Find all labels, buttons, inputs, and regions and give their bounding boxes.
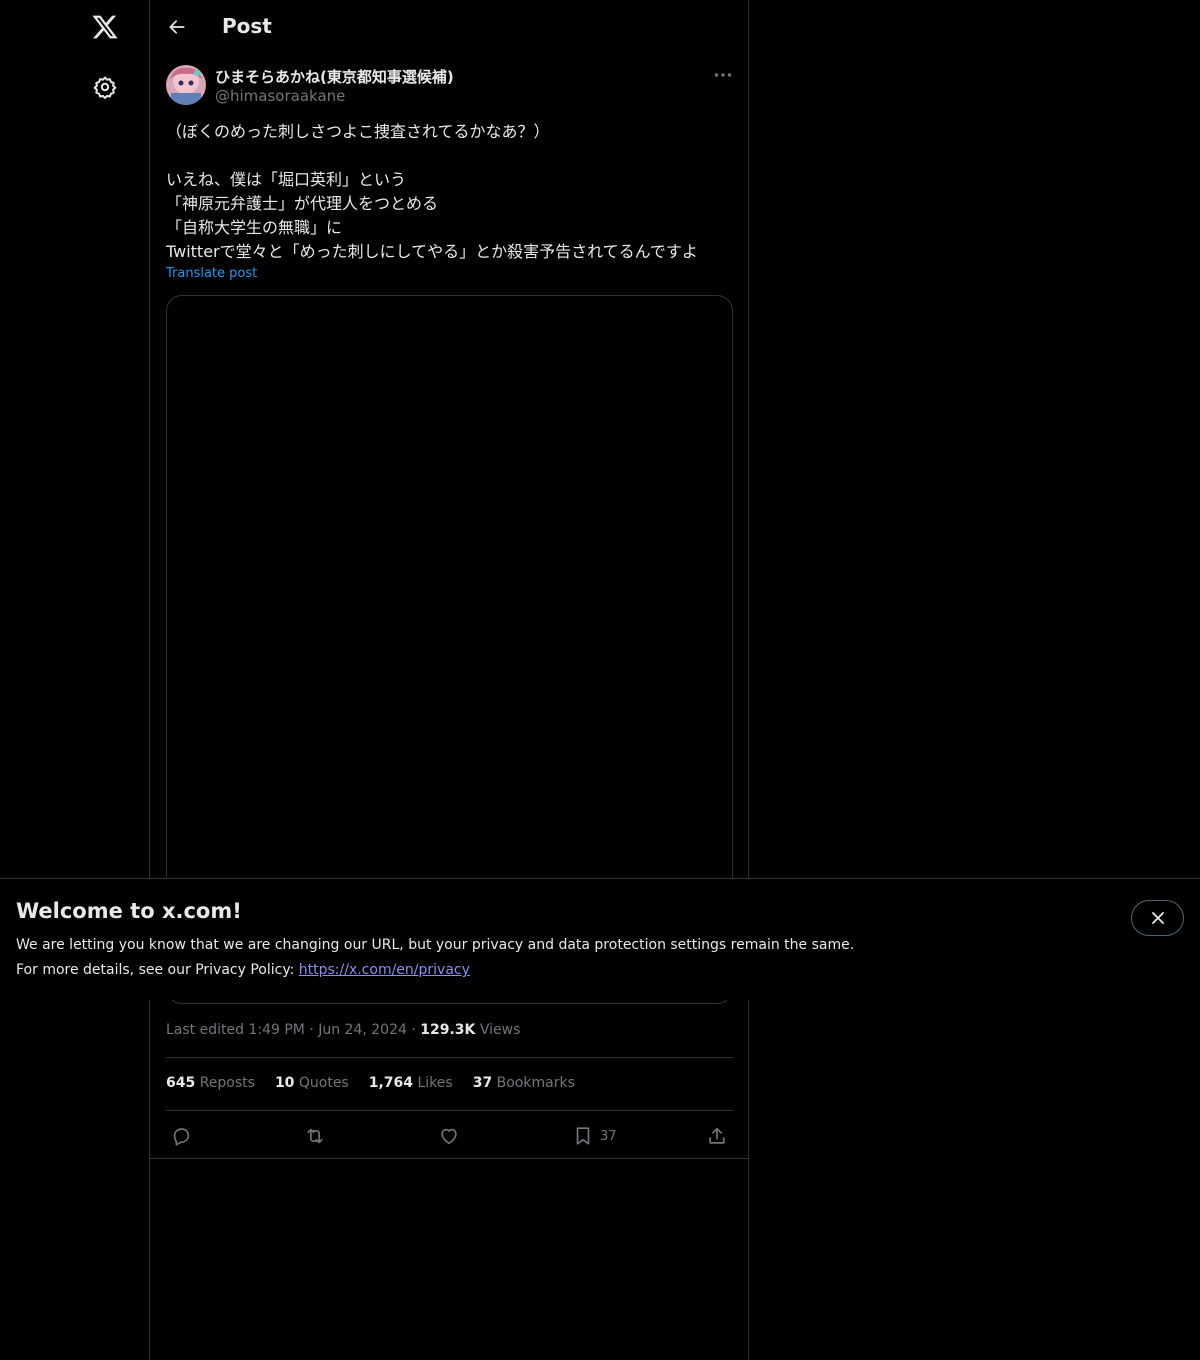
quotes-label: Quotes bbox=[298, 1075, 349, 1091]
banner-title: Welcome to x.com! bbox=[16, 899, 242, 923]
arrow-left-icon[interactable] bbox=[160, 10, 194, 44]
privacy-policy-link[interactable]: https://x.com/en/privacy bbox=[299, 962, 470, 978]
bookmark-icon bbox=[576, 1127, 590, 1145]
like-icon[interactable] bbox=[438, 1121, 460, 1151]
divider bbox=[166, 1057, 733, 1058]
divider bbox=[166, 1110, 733, 1111]
main-column: Post ひまそらあかね(東京都知事選候補) @himasoraakane （ぼ… bbox=[149, 0, 749, 1360]
banner-message: We are letting you know that we are chan… bbox=[16, 937, 855, 953]
views-label: Views bbox=[479, 1022, 521, 1038]
page-header: Post bbox=[150, 0, 748, 53]
post-text: （ぼくのめった刺しさつよこ捜査されてるかなあ？） いえね、僕は「堀口英利」という… bbox=[166, 120, 736, 264]
share-icon[interactable] bbox=[706, 1121, 728, 1151]
action-bar: 37 bbox=[166, 1121, 733, 1151]
post-text-line: 「神原元弁護士」が代理人をつとめる bbox=[166, 194, 439, 213]
post-text-line: Twitterで堂々と「めった刺しにしてやる」とか殺害予告されてるんですよ bbox=[166, 242, 698, 261]
page-title: Post bbox=[222, 14, 272, 38]
likes-count: 1,764 bbox=[368, 1075, 414, 1091]
reply-icon[interactable] bbox=[170, 1121, 192, 1151]
bookmarks-stat[interactable]: 37 Bookmarks bbox=[473, 1075, 575, 1091]
quotes-stat[interactable]: 10 Quotes bbox=[275, 1075, 349, 1091]
post-text-line bbox=[166, 144, 736, 168]
bookmarks-label: Bookmarks bbox=[496, 1075, 575, 1091]
divider bbox=[150, 1158, 748, 1159]
url-change-banner: Welcome to x.com! We are letting you kno… bbox=[0, 878, 1200, 1000]
bookmark-button[interactable]: 37 bbox=[572, 1121, 617, 1151]
banner-privacy-line: For more details, see our Privacy Policy… bbox=[16, 962, 470, 978]
x-logo-icon[interactable] bbox=[81, 3, 129, 51]
views-count: 129.3K bbox=[420, 1022, 476, 1038]
repost-icon[interactable] bbox=[303, 1121, 327, 1151]
edited-time[interactable]: Last edited 1:49 PM bbox=[166, 1022, 305, 1038]
bookmark-count: 37 bbox=[600, 1128, 617, 1144]
post-meta: Last edited 1:49 PM · Jun 24, 2024 · 129… bbox=[166, 1022, 520, 1038]
reposts-label: Reposts bbox=[199, 1075, 255, 1091]
post-date[interactable]: Jun 24, 2024 bbox=[318, 1022, 407, 1038]
meta-separator: · bbox=[309, 1022, 319, 1038]
more-options-icon[interactable] bbox=[708, 63, 738, 87]
post-stats: 645 Reposts 10 Quotes 1,764 Likes 37 Boo… bbox=[166, 1075, 575, 1091]
close-icon[interactable] bbox=[1131, 900, 1184, 936]
reposts-count: 645 bbox=[166, 1075, 196, 1091]
likes-label: Likes bbox=[417, 1075, 453, 1091]
avatar[interactable] bbox=[166, 65, 206, 105]
banner-privacy-prefix: For more details, see our Privacy Policy… bbox=[16, 962, 299, 978]
author-handle[interactable]: @himasoraakane bbox=[215, 87, 345, 105]
author-name[interactable]: ひまそらあかね(東京都知事選候補) bbox=[215, 66, 454, 87]
bookmarks-count: 37 bbox=[472, 1075, 493, 1091]
likes-stat[interactable]: 1,764 Likes bbox=[369, 1075, 453, 1091]
reposts-stat[interactable]: 645 Reposts bbox=[166, 1075, 255, 1091]
translate-post-link[interactable]: Translate post bbox=[166, 266, 257, 281]
post-text-line: 「自称大学生の無職」に bbox=[166, 218, 343, 237]
post-text-line: （ぼくのめった刺しさつよこ捜査されてるかなあ？） bbox=[166, 122, 550, 141]
meta-separator: · bbox=[411, 1022, 421, 1038]
gear-icon[interactable] bbox=[81, 63, 129, 111]
left-nav bbox=[0, 0, 149, 1360]
post-text-line: いえね、僕は「堀口英利」という bbox=[166, 170, 407, 189]
quotes-count: 10 bbox=[274, 1075, 295, 1091]
